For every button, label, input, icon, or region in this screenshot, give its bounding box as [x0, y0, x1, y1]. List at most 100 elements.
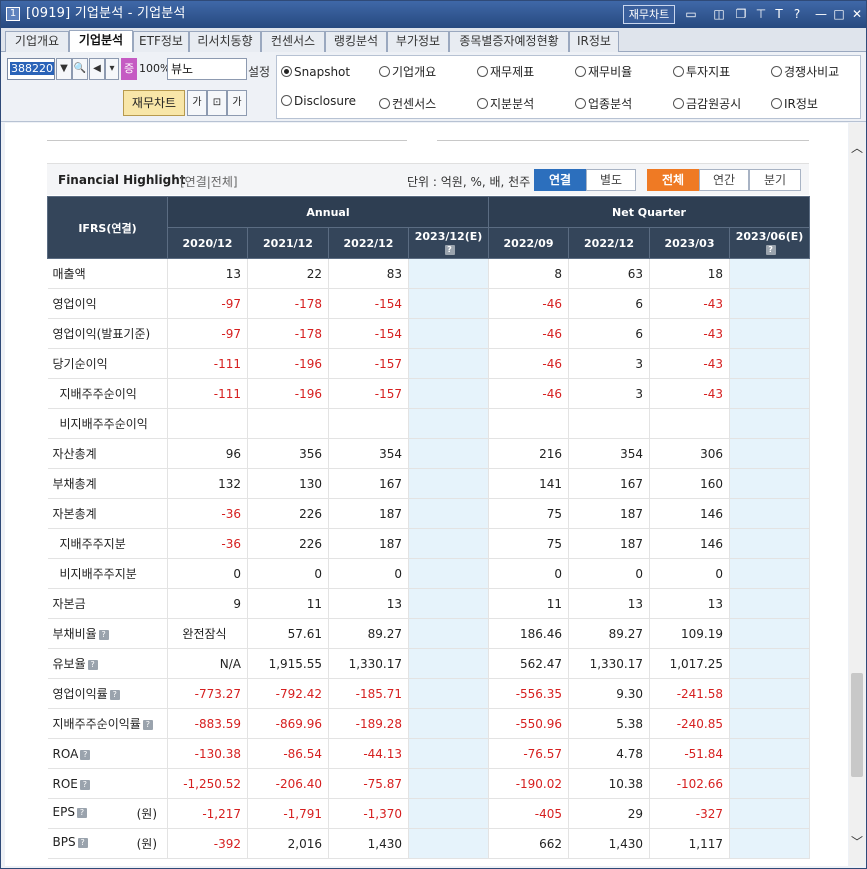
font-size-icon[interactable]: T [771, 6, 787, 22]
tab-company-analysis[interactable]: 기업분석 [69, 30, 133, 53]
options-chevron-down-icon[interactable]: ▾ [105, 58, 119, 80]
tab-company-overview[interactable]: 기업개요 [5, 31, 69, 52]
radio-investment-indicators[interactable]: 투자지표 [673, 64, 730, 80]
help-icon[interactable]: ? [109, 690, 120, 700]
tab-ranking-analysis[interactable]: 랭킹분석 [325, 31, 387, 52]
table-cell: 4.78 [568, 738, 651, 769]
radio-competitor-comparison[interactable]: 경쟁사비교 [771, 64, 839, 80]
close-icon[interactable]: ✕ [849, 6, 865, 22]
help-icon[interactable]: ? [789, 6, 805, 22]
table-cell: -196 [247, 378, 329, 409]
period-all-toggle[interactable]: 전체 [647, 169, 699, 191]
table-cell: 226 [247, 528, 329, 559]
radio-label: 투자지표 [686, 65, 731, 79]
table-row: EPS? (원) -1,217 -1,791 -1,370 -405 29 -327 [47, 798, 811, 829]
tab-ir-info[interactable]: IR정보 [569, 31, 619, 52]
table-cell: -154 [328, 318, 409, 349]
table-cell: 2,016 [247, 828, 329, 859]
radio-label: 금감원공시 [686, 97, 742, 111]
radio-company-overview[interactable]: 기업개요 [379, 64, 436, 80]
help-icon[interactable]: ? [87, 660, 98, 670]
code-dropdown-chevron-down-icon[interactable]: ▼ [56, 58, 72, 80]
help-icon[interactable]: ? [444, 245, 455, 255]
stock-code-input[interactable]: 388220 [7, 58, 55, 80]
radio-consensus[interactable]: 컨센서스 [379, 96, 436, 112]
tab-etf-info[interactable]: ETF정보 [133, 31, 189, 52]
row-label: BPS [52, 835, 76, 849]
fin-chart-title-button[interactable]: 재무차트 [623, 5, 675, 24]
radio-shareholding-analysis[interactable]: 지분분석 [477, 96, 534, 112]
table-cell: 75 [488, 528, 570, 559]
table-cell: 0 [247, 558, 329, 589]
tab-additional-info[interactable]: 부가정보 [387, 31, 449, 52]
scroll-up-chevron-icon[interactable]: ︿ [849, 139, 865, 155]
radio-snapshot[interactable]: Snapshot [281, 64, 350, 80]
table-cell: 13 [167, 258, 248, 289]
row-label-cell: 영업이익(발표기준) [47, 318, 168, 349]
fin-chart-button[interactable]: 재무차트 [123, 90, 185, 116]
radio-ir-info[interactable]: IR정보 [771, 96, 818, 112]
copy-window-icon[interactable]: ❐ [733, 6, 749, 22]
radio-industry-analysis[interactable]: 업종분석 [575, 96, 632, 112]
minimize-icon[interactable]: — [813, 6, 829, 22]
table-cell: 226 [247, 498, 329, 529]
row-label: 지배주주순이익 [59, 387, 137, 401]
chart-icon[interactable]: ▭ [683, 6, 699, 22]
table-cell [408, 498, 490, 529]
help-icon[interactable]: ? [77, 838, 88, 848]
column-header: 2023/06(E)? [729, 227, 811, 259]
font-increase-icon[interactable]: 가 [187, 90, 207, 116]
speaker-icon[interactable]: ◀ [89, 58, 105, 80]
table-cell: -550.96 [488, 708, 570, 739]
radio-disclosure[interactable]: Disclosure [281, 93, 356, 109]
separate-toggle[interactable]: 별도 [586, 169, 636, 191]
settings-link[interactable]: 설정 [248, 63, 270, 80]
table-cell [408, 618, 490, 649]
radio-financial-ratios[interactable]: 재무비율 [575, 64, 632, 80]
tab-research-trends[interactable]: 리서치동향 [189, 31, 261, 52]
table-cell: 1,117 [649, 828, 731, 859]
scroll-down-chevron-icon[interactable]: ﹀ [849, 833, 865, 849]
tab-consensus[interactable]: 컨센서스 [261, 31, 325, 52]
tab-capital-increase-schedule[interactable]: 종목별증자예정현황 [449, 31, 569, 52]
radio-fss-disclosure[interactable]: 금감원공시 [673, 96, 741, 112]
title-bar[interactable]: 1 [0919] 기업분석 - 기업분석 재무차트 ▭ ◫ ❐ ⊤ T ? — … [1, 1, 866, 28]
consolidated-toggle[interactable]: 연결 [534, 169, 586, 191]
maximize-icon[interactable]: □ [831, 6, 847, 22]
help-icon[interactable]: ? [79, 779, 90, 790]
row-label-cell: 비지배주주순이익 [47, 408, 168, 439]
scroll-thumb[interactable] [851, 673, 863, 777]
table-cell: 63 [568, 258, 651, 289]
layout-icon[interactable]: ◫ [711, 6, 727, 22]
font-decrease-icon[interactable]: 가 [227, 90, 247, 116]
table-cell: -154 [328, 288, 409, 319]
pin-icon[interactable]: ⊤ [753, 6, 769, 22]
help-icon[interactable]: ? [76, 808, 87, 818]
help-icon[interactable]: ? [142, 720, 153, 730]
table-row: 부채총계 132 130 167 141 167 160 [47, 468, 811, 499]
table-cell: -102.66 [649, 768, 731, 799]
help-icon[interactable]: ? [80, 749, 91, 760]
column-header-label: 2023/06(E) [735, 230, 804, 243]
search-icon[interactable]: 🔍 [72, 58, 88, 80]
period-annual-toggle[interactable]: 연간 [699, 169, 749, 191]
table-cell [568, 408, 651, 439]
help-icon[interactable]: ? [765, 245, 776, 255]
period-quarter-toggle[interactable]: 분기 [749, 169, 801, 191]
row-label-cell: 영업이익 [47, 288, 168, 319]
row-label-cell: 영업이익률? [47, 678, 168, 709]
stock-name-field[interactable]: 뷰노 [167, 58, 247, 80]
table-row: 지배주주지분 -36 226 187 75 187 146 [47, 528, 811, 559]
row-label: 비지배주주순이익 [59, 417, 148, 431]
table-cell [167, 408, 248, 439]
table-cell [408, 528, 490, 559]
content-panel: Financial Highlight [연결|전체] 단위 : 억원, %, … [5, 123, 848, 866]
table-cell [729, 708, 811, 739]
help-icon[interactable]: ? [98, 630, 109, 640]
window-number: 1 [6, 7, 20, 21]
table-cell: -178 [247, 288, 329, 319]
table-cell: -46 [488, 318, 570, 349]
column-header-label: 2022/12 [343, 236, 394, 250]
radio-financial-statements[interactable]: 재무제표 [477, 64, 534, 80]
fit-screen-icon[interactable]: ⊡ [207, 90, 227, 116]
